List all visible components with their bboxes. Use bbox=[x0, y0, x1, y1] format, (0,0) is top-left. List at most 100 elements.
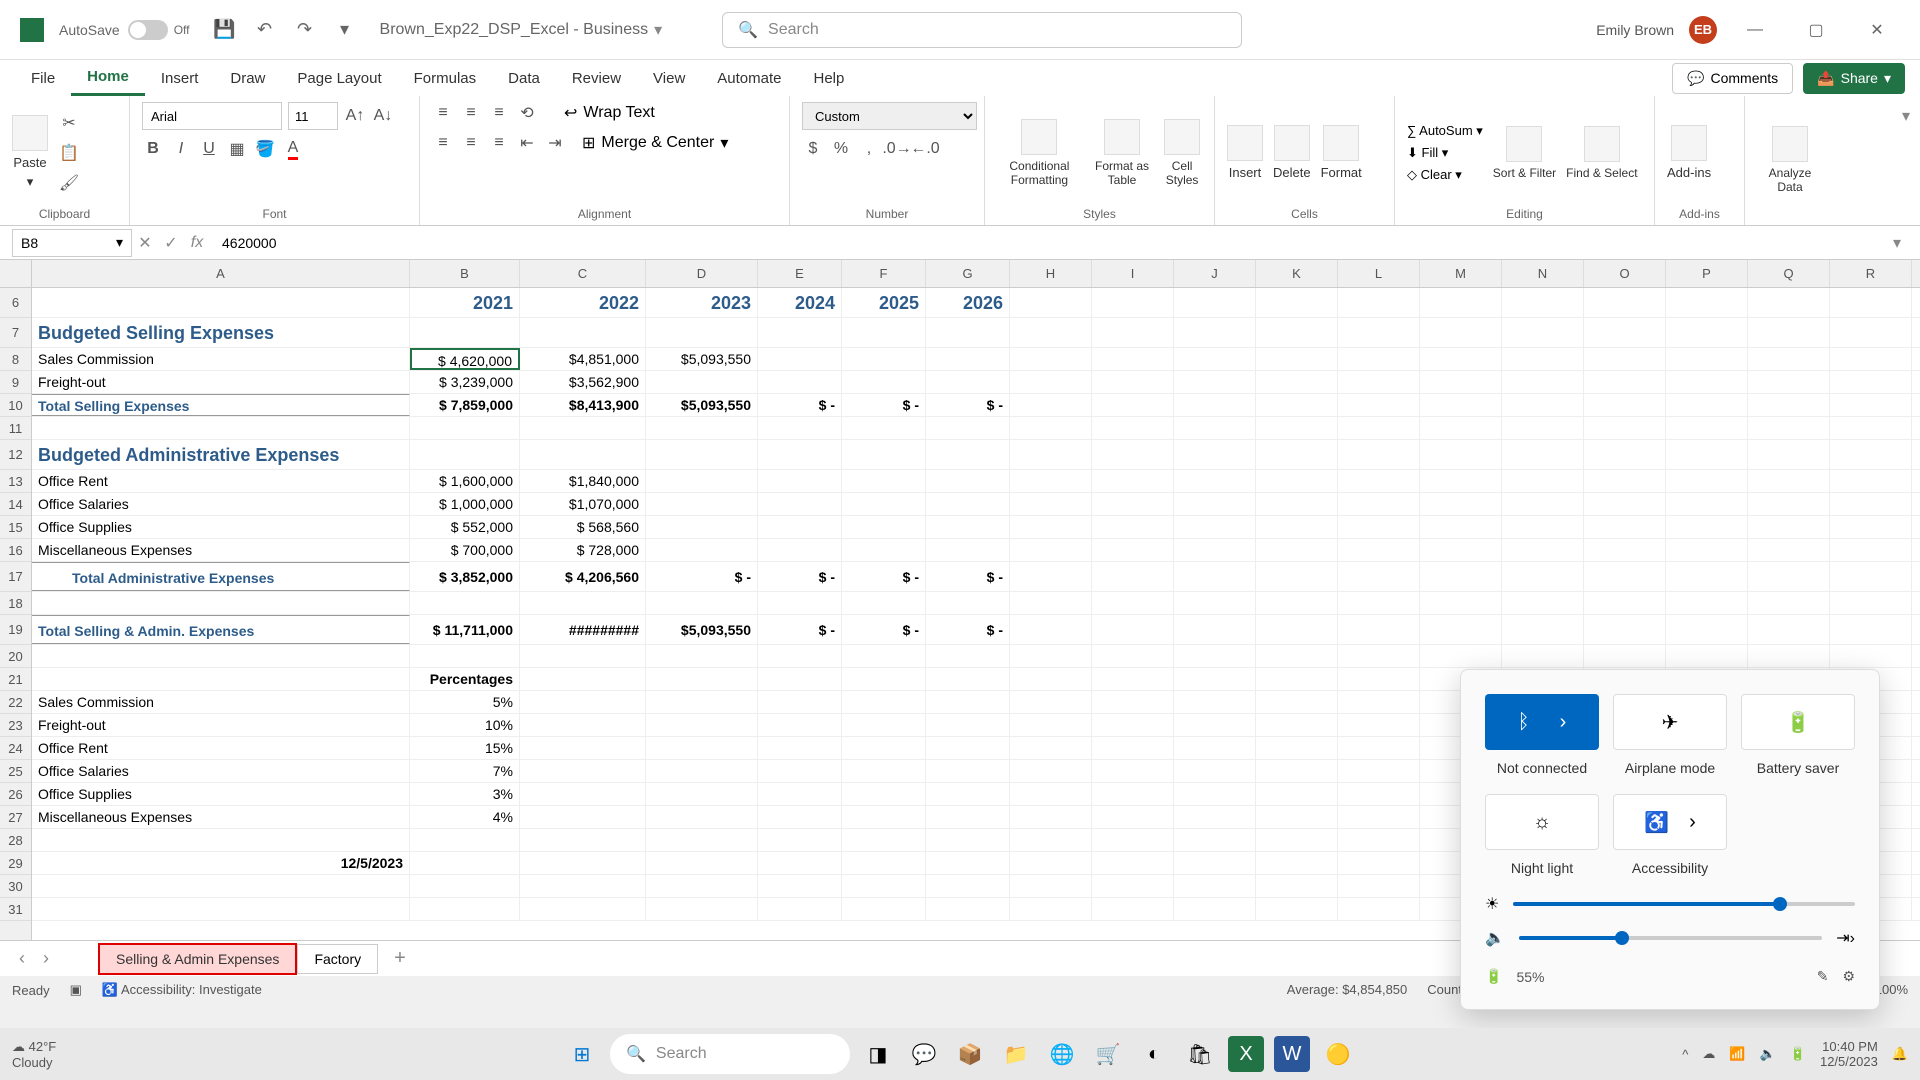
cell[interactable] bbox=[1830, 493, 1912, 515]
row-header[interactable]: 27 bbox=[0, 806, 31, 829]
cell[interactable] bbox=[1338, 852, 1420, 874]
cell[interactable] bbox=[758, 539, 842, 561]
autosum-button[interactable]: ∑ AutoSum ▾ bbox=[1407, 123, 1483, 139]
search-input[interactable]: 🔍 Search bbox=[722, 12, 1242, 48]
cell[interactable]: 4% bbox=[410, 806, 520, 828]
cell[interactable] bbox=[758, 645, 842, 667]
cell[interactable] bbox=[1748, 318, 1830, 347]
cell[interactable] bbox=[1338, 348, 1420, 370]
cell[interactable]: Miscellaneous Expenses bbox=[32, 539, 410, 561]
cell[interactable] bbox=[1010, 592, 1092, 614]
cell[interactable] bbox=[926, 691, 1010, 713]
find-select-button[interactable]: Find & Select bbox=[1566, 126, 1637, 180]
chevron-down-icon[interactable]: ▾ bbox=[654, 20, 662, 40]
accessibility-toggle[interactable]: ♿› bbox=[1613, 794, 1727, 850]
cell[interactable] bbox=[410, 898, 520, 920]
row-header[interactable]: 31 bbox=[0, 898, 31, 921]
cell[interactable]: Total Selling Expenses bbox=[32, 394, 410, 416]
italic-icon[interactable]: I bbox=[170, 138, 192, 160]
cell[interactable] bbox=[842, 898, 926, 920]
cell[interactable]: $ 4,206,560 bbox=[520, 562, 646, 591]
format-cells-button[interactable]: Format bbox=[1321, 125, 1362, 180]
cell[interactable]: $ - bbox=[758, 562, 842, 591]
tab-page-layout[interactable]: Page Layout bbox=[281, 60, 397, 96]
cell[interactable] bbox=[758, 829, 842, 851]
cell[interactable] bbox=[1092, 783, 1174, 805]
cell[interactable] bbox=[1748, 440, 1830, 469]
cell[interactable] bbox=[1174, 714, 1256, 736]
cell[interactable] bbox=[1092, 440, 1174, 469]
cell[interactable] bbox=[1092, 645, 1174, 667]
addins-button[interactable]: Add-ins bbox=[1667, 125, 1711, 180]
cell[interactable] bbox=[520, 645, 646, 667]
cell[interactable] bbox=[1092, 875, 1174, 897]
cell[interactable] bbox=[1092, 562, 1174, 591]
cell[interactable]: $ - bbox=[758, 615, 842, 644]
cell[interactable] bbox=[1830, 539, 1912, 561]
col-header-M[interactable]: M bbox=[1420, 260, 1502, 287]
percent-icon[interactable]: % bbox=[830, 138, 852, 160]
maximize-button[interactable]: ▢ bbox=[1793, 14, 1839, 46]
cell[interactable] bbox=[1338, 737, 1420, 759]
task-view-icon[interactable]: ◨ bbox=[860, 1036, 896, 1072]
cell[interactable]: Sales Commission bbox=[32, 348, 410, 370]
cell[interactable] bbox=[1338, 470, 1420, 492]
cell[interactable] bbox=[1830, 348, 1912, 370]
col-header-E[interactable]: E bbox=[758, 260, 842, 287]
row-header[interactable]: 7 bbox=[0, 318, 31, 348]
row-header[interactable]: 17 bbox=[0, 562, 31, 592]
cell[interactable] bbox=[410, 645, 520, 667]
cell[interactable] bbox=[1338, 417, 1420, 439]
cell[interactable] bbox=[410, 592, 520, 614]
cell[interactable] bbox=[1748, 417, 1830, 439]
row-header[interactable]: 19 bbox=[0, 615, 31, 645]
cell[interactable] bbox=[1338, 440, 1420, 469]
cell[interactable] bbox=[520, 760, 646, 782]
cell[interactable]: 5% bbox=[410, 691, 520, 713]
cell[interactable] bbox=[1420, 562, 1502, 591]
redo-icon[interactable]: ↷ bbox=[293, 18, 317, 42]
format-painter-icon[interactable]: 🖌 bbox=[58, 172, 80, 194]
cell[interactable]: $ - bbox=[842, 615, 926, 644]
cell[interactable]: $ - bbox=[926, 615, 1010, 644]
cell[interactable] bbox=[1010, 348, 1092, 370]
close-button[interactable]: ✕ bbox=[1854, 14, 1900, 46]
cell[interactable]: $ - bbox=[842, 394, 926, 416]
store-icon[interactable]: 🛍 bbox=[1182, 1036, 1218, 1072]
minimize-button[interactable]: — bbox=[1732, 14, 1778, 46]
cell[interactable] bbox=[1666, 516, 1748, 538]
select-all-corner[interactable] bbox=[0, 260, 31, 288]
cell[interactable] bbox=[1420, 592, 1502, 614]
cell[interactable] bbox=[646, 737, 758, 759]
cell[interactable]: $ 3,239,000 bbox=[410, 371, 520, 393]
cell[interactable]: 2026 bbox=[926, 288, 1010, 317]
col-header-G[interactable]: G bbox=[926, 260, 1010, 287]
cell[interactable] bbox=[1256, 898, 1338, 920]
cell[interactable] bbox=[1092, 714, 1174, 736]
cell[interactable] bbox=[410, 417, 520, 439]
row-header[interactable]: 10 bbox=[0, 394, 31, 417]
battery-saver-toggle[interactable]: 🔋 bbox=[1741, 694, 1855, 750]
cell[interactable] bbox=[1256, 737, 1338, 759]
cell[interactable] bbox=[842, 852, 926, 874]
cell[interactable] bbox=[1174, 592, 1256, 614]
cell[interactable] bbox=[520, 783, 646, 805]
tab-draw[interactable]: Draw bbox=[214, 60, 281, 96]
cell[interactable] bbox=[520, 318, 646, 347]
cell[interactable] bbox=[1830, 394, 1912, 416]
cell[interactable]: 10% bbox=[410, 714, 520, 736]
new-sheet-button[interactable]: + bbox=[378, 941, 422, 976]
cell[interactable] bbox=[646, 806, 758, 828]
cell[interactable] bbox=[926, 592, 1010, 614]
cell[interactable] bbox=[1010, 318, 1092, 347]
cell[interactable] bbox=[520, 691, 646, 713]
cell[interactable] bbox=[1010, 562, 1092, 591]
sheet-nav-prev-icon[interactable]: ‹ bbox=[10, 948, 34, 969]
cell[interactable] bbox=[1420, 318, 1502, 347]
cell[interactable] bbox=[646, 829, 758, 851]
cell[interactable]: $3,562,900 bbox=[520, 371, 646, 393]
col-header-D[interactable]: D bbox=[646, 260, 758, 287]
brightness-slider[interactable] bbox=[1513, 902, 1855, 906]
tray-chevron-icon[interactable]: ^ bbox=[1682, 1047, 1688, 1062]
cell[interactable] bbox=[1830, 288, 1912, 317]
